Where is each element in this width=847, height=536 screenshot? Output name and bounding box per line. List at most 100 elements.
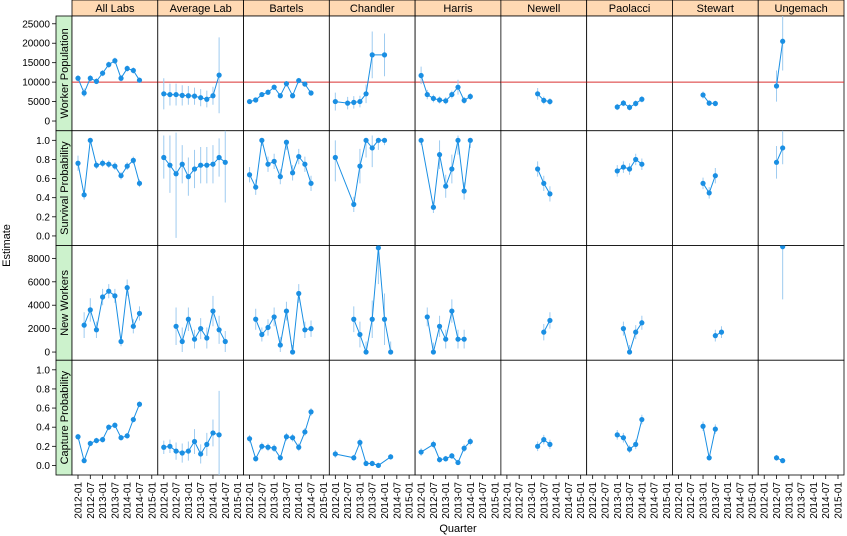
x-tick-label: 2015-01 [576, 482, 587, 519]
column-label: Ungemach [775, 3, 828, 15]
column-label: All Labs [95, 3, 135, 15]
y-tick-label: 0.6 [36, 174, 50, 185]
data-point [357, 163, 363, 169]
data-point [302, 161, 308, 167]
data-point [626, 349, 633, 355]
data-point [185, 316, 191, 322]
panel [328, 245, 416, 361]
panel-frame [586, 359, 673, 476]
data-point [124, 433, 130, 439]
data-point [418, 72, 424, 79]
data-point [332, 98, 338, 105]
data-point [449, 91, 455, 98]
data-point [191, 438, 198, 445]
data-point [302, 429, 308, 435]
data-point [210, 93, 216, 99]
panel-frame [586, 245, 673, 361]
data-point [430, 95, 437, 102]
data-point [357, 331, 363, 338]
x-tick-label: 2014-01 [123, 482, 134, 519]
column-label: Stewart [697, 3, 734, 15]
data-point [706, 190, 712, 196]
data-point [118, 75, 124, 81]
panel-frame [328, 359, 416, 476]
panel-frame [157, 245, 244, 361]
data-point [124, 285, 130, 291]
data-point [161, 154, 167, 161]
data-point [436, 152, 443, 158]
x-tick-label: 2015-01 [490, 482, 501, 519]
data-point [424, 314, 430, 320]
x-tick-label: 2012-01 [159, 482, 170, 519]
data-point [136, 77, 143, 83]
panel-frame [414, 15, 502, 132]
x-tick-label: 2014-07 [392, 482, 403, 519]
x-tick-label: 2014-07 [735, 482, 746, 519]
data-point [773, 159, 780, 165]
data-point [210, 430, 216, 436]
data-point [706, 455, 712, 461]
data-point [633, 329, 639, 335]
column-label: Average Lab [170, 3, 232, 15]
panel-frame [757, 359, 845, 476]
data-point [136, 180, 143, 186]
data-point [191, 166, 198, 172]
data-point [535, 443, 541, 449]
x-tick-label: 2012-01 [74, 482, 85, 519]
data-point [620, 326, 627, 332]
x-tick-label: 2014-01 [380, 482, 391, 519]
data-point [614, 432, 620, 438]
y-tick-label: 4000 [28, 301, 51, 312]
data-point [130, 416, 136, 423]
panel [157, 130, 244, 246]
data-point [87, 137, 93, 143]
panel [586, 359, 673, 476]
data-point [87, 75, 93, 81]
data-point [277, 174, 283, 180]
data-point [216, 327, 222, 333]
data-point [633, 100, 639, 107]
panel [500, 130, 588, 246]
data-point [773, 83, 780, 89]
panel [414, 130, 502, 246]
x-tick-label: 2012-07 [257, 482, 268, 519]
x-tick-label: 2012-01 [674, 482, 685, 519]
panel [672, 130, 759, 246]
y-tick-label: 15000 [22, 58, 50, 69]
x-tick-label: 2013-01 [784, 482, 795, 519]
data-point [381, 137, 388, 143]
data-point [541, 97, 547, 104]
data-point [388, 349, 394, 355]
data-point [461, 97, 467, 104]
data-point [351, 316, 357, 322]
y-tick-label: 0.8 [36, 155, 50, 166]
data-point [308, 409, 314, 415]
data-point [639, 320, 645, 326]
data-point [424, 91, 430, 98]
data-point [369, 145, 375, 151]
x-tick-label: 2012-07 [172, 482, 183, 519]
panel [243, 245, 330, 361]
data-point [75, 75, 81, 81]
panel-frame [757, 245, 845, 361]
data-point [443, 456, 449, 462]
data-point [363, 137, 369, 143]
panel-frame [672, 130, 759, 246]
data-point [308, 90, 314, 96]
panel [586, 245, 673, 361]
data-point [253, 456, 259, 462]
x-tick-label: 2013-01 [355, 482, 366, 519]
data-point [99, 294, 106, 300]
data-point [198, 326, 204, 332]
x-tick-label: 2015-01 [233, 482, 244, 519]
data-point [296, 444, 302, 450]
column-label: Harris [443, 3, 473, 15]
data-point [547, 191, 553, 197]
column-label: Newell [527, 3, 560, 15]
x-tick-label: 2013-01 [184, 482, 195, 519]
data-point [259, 443, 265, 449]
x-tick-label: 2012-07 [686, 482, 697, 519]
data-point [308, 326, 314, 332]
data-point [81, 90, 87, 96]
data-point [210, 161, 216, 167]
